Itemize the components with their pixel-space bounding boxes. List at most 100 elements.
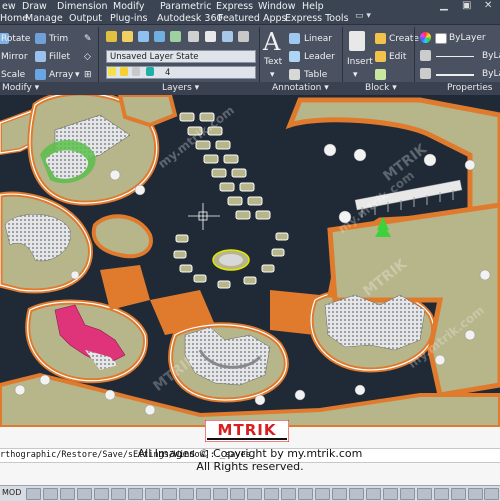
lineweight-dropdown[interactable]: ByLa — [482, 69, 500, 79]
menu-dimension[interactable]: Dimension — [57, 1, 108, 12]
layer-icon-6[interactable] — [188, 31, 199, 42]
menu-window[interactable]: Window — [258, 1, 295, 12]
insert-dropdown-icon[interactable]: ▾ — [353, 70, 358, 80]
linear-icon — [289, 33, 300, 44]
status-toggle-icon[interactable] — [264, 488, 279, 500]
table-button[interactable]: Table — [304, 70, 327, 80]
tab-autodesk-360[interactable]: Autodesk 360 — [157, 13, 223, 24]
array-dropdown-icon[interactable]: ▾ — [75, 70, 80, 80]
color-dropdown[interactable]: ByLayer — [449, 33, 486, 43]
scale-button[interactable]: Scale — [1, 70, 25, 80]
modify-extra3-icon[interactable]: ⊞ — [84, 70, 92, 80]
layer-icon-7[interactable] — [205, 31, 216, 42]
leader-button[interactable]: Leader — [304, 52, 335, 62]
trim-button[interactable]: Trim — [49, 34, 68, 44]
layer-icon-1[interactable] — [106, 31, 117, 42]
status-toggle-icon[interactable] — [468, 488, 483, 500]
modify-extra2-icon[interactable]: ◇ — [84, 52, 91, 62]
status-toggle-icon[interactable] — [281, 488, 296, 500]
minimize-icon[interactable]: ▁ — [440, 0, 448, 11]
array-button[interactable]: Array — [49, 70, 73, 80]
status-toggle-icon[interactable] — [162, 488, 177, 500]
status-toggle-icon[interactable] — [451, 488, 466, 500]
edit-button[interactable]: Edit — [389, 52, 406, 62]
status-toggle-icon[interactable] — [315, 488, 330, 500]
linear-button[interactable]: Linear — [304, 34, 332, 44]
layer-icon-9[interactable] — [238, 31, 249, 42]
menu-draw[interactable]: Draw — [22, 1, 47, 12]
status-toggle-icon[interactable] — [145, 488, 160, 500]
tab-featured-apps[interactable]: Featured Apps — [218, 13, 286, 24]
tab-express-tools[interactable]: Express Tools — [285, 13, 349, 24]
status-toggle-icon[interactable] — [298, 488, 313, 500]
status-toggle-icon[interactable] — [77, 488, 92, 500]
status-toggle-icon[interactable] — [60, 488, 75, 500]
modify-extra-icon[interactable]: ✎ — [84, 34, 92, 44]
create-icon — [375, 33, 386, 44]
model-label[interactable]: MOD — [2, 488, 21, 497]
status-toggle-icon[interactable] — [196, 488, 211, 500]
text-dropdown-icon[interactable]: ▾ — [270, 70, 275, 80]
trim-icon — [35, 33, 46, 44]
status-toggle-icon[interactable] — [213, 488, 228, 500]
insert-button[interactable]: Insert — [347, 57, 373, 67]
mirror-button[interactable]: Mirror — [1, 52, 28, 62]
status-bar: MOD — [0, 485, 500, 501]
status-toggle-icon[interactable] — [434, 488, 449, 500]
panel-title-properties[interactable]: Properties — [447, 83, 492, 93]
status-toggle-icon[interactable] — [43, 488, 58, 500]
status-toggle-icon[interactable] — [247, 488, 262, 500]
status-toggle-icon[interactable] — [349, 488, 364, 500]
panel-title-annotation[interactable]: Annotation ▾ — [272, 83, 329, 93]
color-wheel-icon — [420, 32, 431, 43]
linetype-dropdown[interactable]: ByLa — [482, 51, 500, 61]
menu-parametric[interactable]: Parametric — [160, 1, 211, 12]
status-toggle-icon[interactable] — [400, 488, 415, 500]
status-toggle-icon[interactable] — [179, 488, 194, 500]
layer-icon-5[interactable] — [170, 31, 181, 42]
lock-icon — [132, 67, 140, 76]
status-toggle-icon[interactable] — [383, 488, 398, 500]
mtrik-logo: MTRIK — [204, 419, 290, 443]
layer-icon-8[interactable] — [222, 31, 233, 42]
menu-help[interactable]: Help — [302, 1, 324, 12]
status-toggle-icon[interactable] — [484, 488, 499, 500]
restore-icon[interactable]: ▣ — [462, 0, 471, 11]
layer-dropdown[interactable]: 4 — [106, 66, 256, 79]
status-toggle-icon[interactable] — [94, 488, 109, 500]
menu-express[interactable]: Express — [216, 1, 253, 12]
rotate-button[interactable]: Rotate — [1, 34, 30, 44]
site-plan-drawing — [0, 95, 500, 427]
ribbon-toggle-icon[interactable]: ▭ ▾ — [355, 11, 371, 21]
menu-view[interactable]: ew — [2, 1, 16, 12]
status-toggle-icon[interactable] — [417, 488, 432, 500]
text-icon[interactable]: A — [263, 28, 280, 56]
edit-icon — [375, 51, 386, 62]
status-toggle-icon[interactable] — [332, 488, 347, 500]
status-toggle-icon[interactable] — [128, 488, 143, 500]
layer-icon-4[interactable] — [154, 31, 165, 42]
tab-home[interactable]: Home — [0, 13, 28, 24]
panel-title-layers[interactable]: Layers ▾ — [162, 83, 199, 93]
status-toggle-icon[interactable] — [230, 488, 245, 500]
array-icon — [35, 69, 46, 80]
layer-color-swatch — [146, 67, 154, 76]
insert-icon[interactable] — [349, 31, 365, 51]
text-button[interactable]: Text — [264, 57, 282, 67]
layer-state-dropdown[interactable]: Unsaved Layer State — [106, 50, 256, 63]
tab-output[interactable]: Output — [69, 13, 102, 24]
panel-title-modify[interactable]: Modify ▾ — [2, 83, 39, 93]
menu-modify[interactable]: Modify — [113, 1, 144, 12]
drawing-canvas[interactable]: my.mtrik.com MTRIK my.mtrik.com MTRIK my… — [0, 95, 500, 427]
panel-title-block[interactable]: Block ▾ — [365, 83, 397, 93]
status-toggle-icon[interactable] — [366, 488, 381, 500]
fillet-button[interactable]: Fillet — [49, 52, 70, 62]
layer-icon-2[interactable] — [122, 31, 133, 42]
layer-icon-3[interactable] — [138, 31, 149, 42]
status-toggle-icon[interactable] — [111, 488, 126, 500]
status-toggle-icon[interactable] — [26, 488, 41, 500]
close-icon[interactable]: ✕ — [484, 0, 492, 11]
tab-plugins[interactable]: Plug-ins — [110, 13, 147, 24]
attribute-icon[interactable] — [375, 69, 386, 80]
tab-manage[interactable]: Manage — [25, 13, 63, 24]
